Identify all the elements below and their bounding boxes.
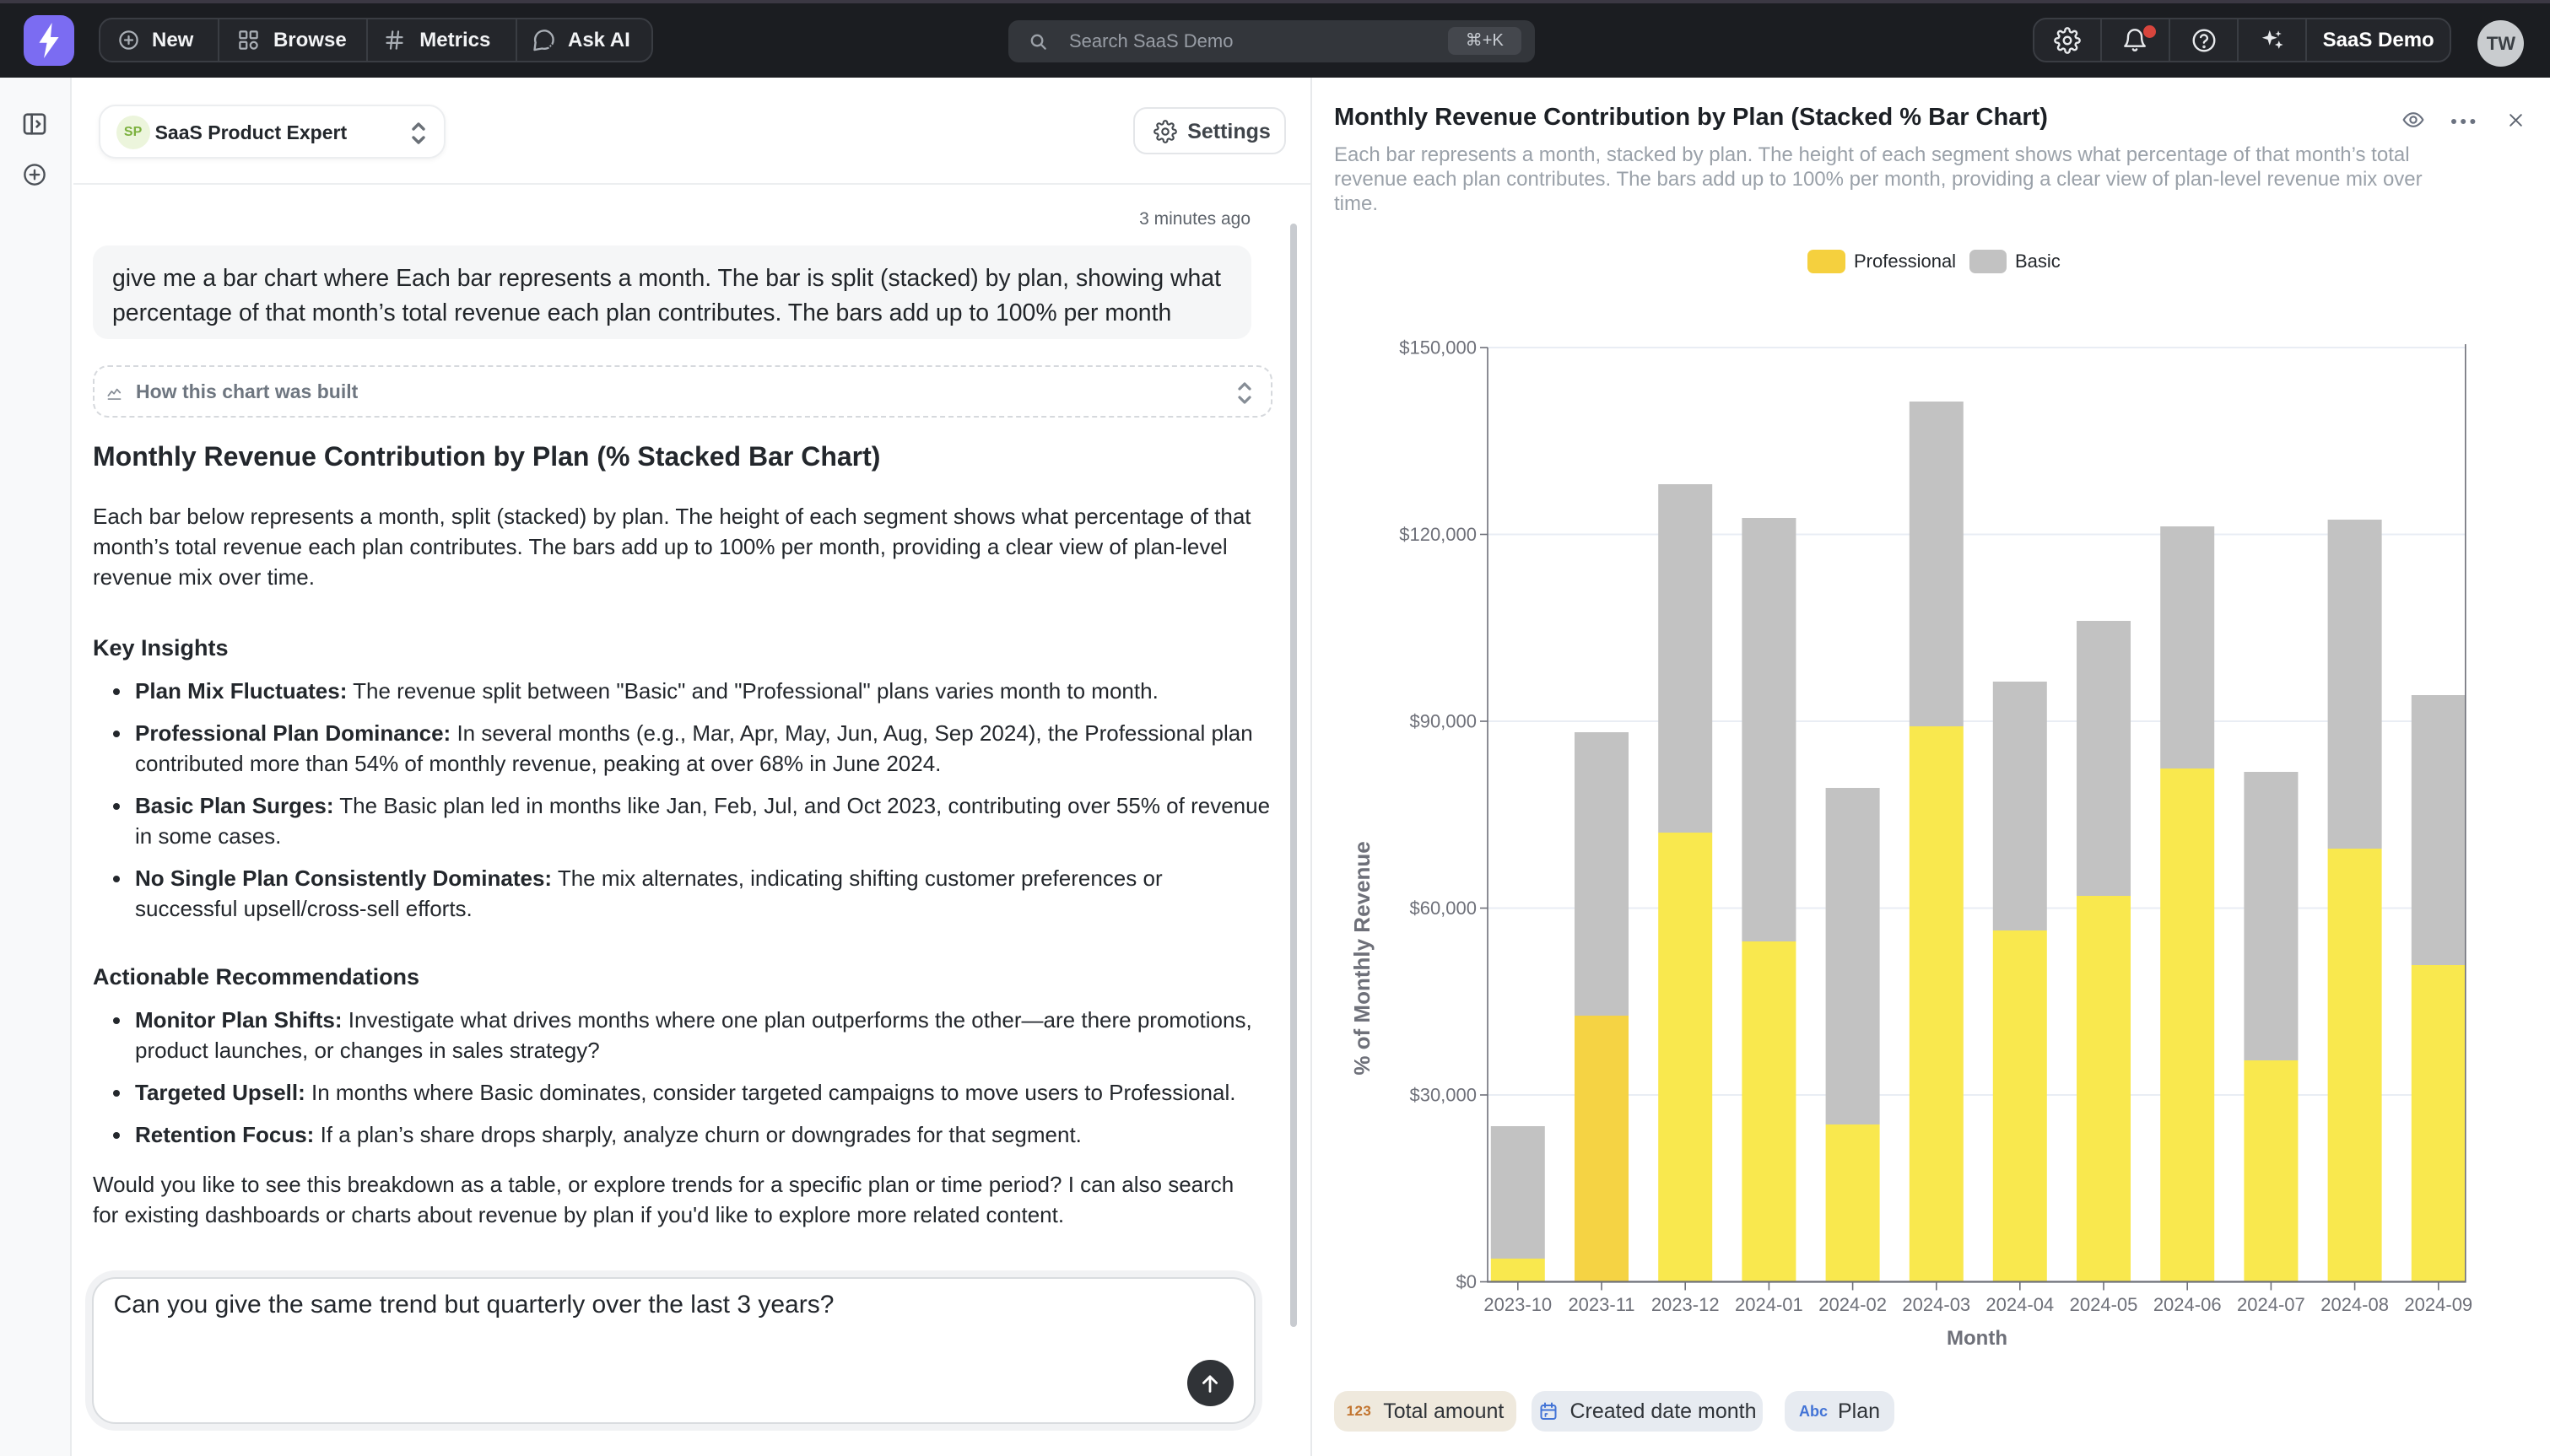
svg-text:2024-07: 2024-07	[2237, 1294, 2305, 1315]
svg-text:2024-02: 2024-02	[1818, 1294, 1887, 1315]
svg-text:Month: Month	[1947, 1327, 2007, 1350]
svg-text:2024-05: 2024-05	[2070, 1294, 2138, 1315]
svg-text:$30,000: $30,000	[1409, 1085, 1477, 1106]
svg-text:2023-10: 2023-10	[1483, 1294, 1552, 1315]
svg-text:2024-06: 2024-06	[2153, 1294, 2222, 1315]
svg-text:2024-08: 2024-08	[2320, 1294, 2389, 1315]
svg-text:2024-09: 2024-09	[2404, 1294, 2472, 1315]
svg-text:$60,000: $60,000	[1409, 898, 1477, 919]
svg-text:$120,000: $120,000	[1399, 524, 1477, 545]
svg-text:2024-01: 2024-01	[1735, 1294, 1803, 1315]
svg-text:2023-12: 2023-12	[1651, 1294, 1720, 1315]
svg-text:2024-04: 2024-04	[1985, 1294, 2054, 1315]
svg-text:% of Monthly Revenue: % of Monthly Revenue	[1349, 841, 1375, 1075]
svg-text:$150,000: $150,000	[1399, 337, 1477, 359]
svg-text:$0: $0	[1456, 1271, 1477, 1292]
svg-text:2023-11: 2023-11	[1568, 1294, 1634, 1315]
svg-text:2024-03: 2024-03	[1902, 1294, 1970, 1315]
svg-text:$90,000: $90,000	[1409, 711, 1477, 732]
